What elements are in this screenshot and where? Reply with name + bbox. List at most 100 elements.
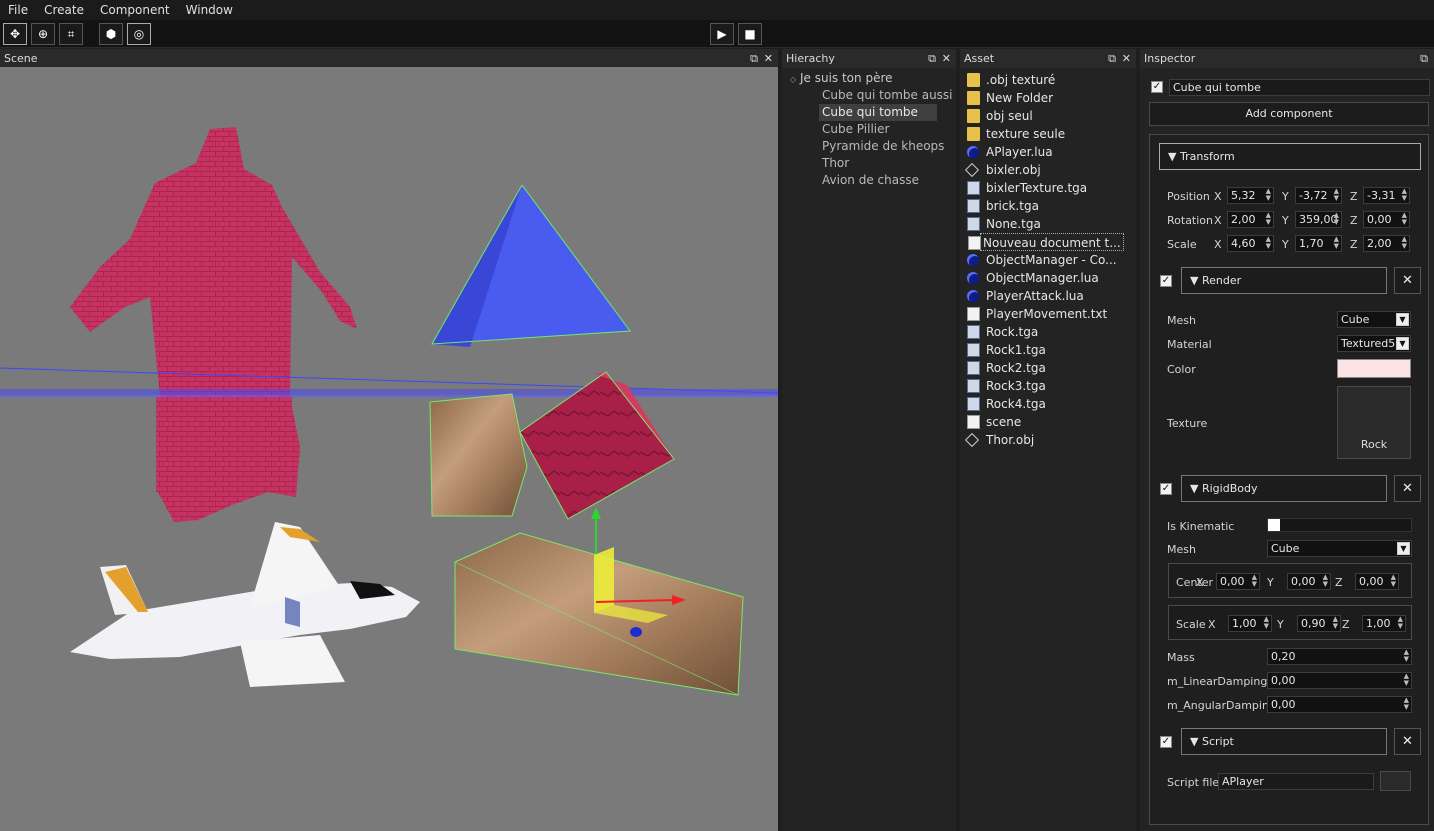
kinematic-checkbox[interactable]	[1268, 519, 1280, 531]
remove-render-button[interactable]: ✕	[1394, 267, 1421, 294]
rb-mesh-select[interactable]: Cube ▼	[1267, 540, 1412, 557]
script-enabled-checkbox[interactable]: ✓	[1160, 736, 1172, 748]
rigidbody-enabled-checkbox[interactable]: ✓	[1160, 483, 1172, 495]
chevron-down-icon: ▼	[1397, 542, 1410, 555]
script-browse-button[interactable]	[1380, 771, 1411, 791]
rotate-tool-button[interactable]: ⊕	[31, 23, 55, 45]
hierarchy-item[interactable]: Thor	[822, 155, 849, 172]
asset-item[interactable]: Rock1.tga	[967, 341, 1046, 359]
position-y-field[interactable]: -3,72 ▲ ▼	[1295, 187, 1342, 204]
hierarchy-item[interactable]: Pyramide de kheops	[822, 138, 944, 155]
hierarchy-item-selected[interactable]: Cube qui tombe	[819, 104, 937, 121]
scale-x-field[interactable]: 4,60 ▲ ▼	[1227, 235, 1274, 252]
rb-center-y-field[interactable]: 0,00 ▲ ▼	[1287, 573, 1331, 590]
folder-icon	[967, 73, 980, 87]
float-icon[interactable]: ⧉	[928, 49, 936, 68]
scale-label: Scale	[1167, 238, 1197, 251]
angular-damping-field[interactable]: 0,00 ▲ ▼	[1267, 696, 1412, 713]
asset-item[interactable]: Rock3.tga	[967, 377, 1046, 395]
asset-item[interactable]: bixler.obj	[964, 161, 1041, 179]
rotation-y-field[interactable]: 359,00 ▲ ▼	[1295, 211, 1342, 228]
position-z-field[interactable]: -3,31 ▲ ▼	[1363, 187, 1410, 204]
render-enabled-checkbox[interactable]: ✓	[1160, 275, 1172, 287]
linear-damping-field[interactable]: 0,00 ▲ ▼	[1267, 672, 1412, 689]
float-icon[interactable]: ⧉	[1420, 49, 1428, 68]
thor-model	[70, 127, 357, 522]
color-swatch[interactable]	[1337, 359, 1411, 378]
render-header[interactable]: ▼ Render	[1181, 267, 1387, 294]
asset-item[interactable]: PlayerMovement.txt	[967, 305, 1108, 323]
asset-item[interactable]: None.tga	[967, 215, 1041, 233]
rb-scale-y-field[interactable]: 0,90 ▲ ▼	[1297, 615, 1341, 632]
script-file-field[interactable]: APlayer	[1218, 773, 1374, 790]
play-button[interactable]: ▶	[710, 23, 734, 45]
rb-center-x-field[interactable]: 0,00 ▲ ▼	[1216, 573, 1260, 590]
hierarchy-panel-header: Hierachy ⧉ ✕	[782, 49, 956, 68]
asset-item[interactable]: ObjectManager - Co...	[967, 251, 1117, 269]
object-active-checkbox[interactable]: ✓	[1151, 81, 1163, 93]
image-icon	[967, 325, 980, 339]
asset-item-label: Rock1.tga	[986, 343, 1046, 357]
add-component-button[interactable]: Add component	[1149, 102, 1429, 126]
asset-item[interactable]: ObjectManager.lua	[967, 269, 1099, 287]
mass-field[interactable]: 0,20 ▲ ▼	[1267, 648, 1412, 665]
asset-item[interactable]: New Folder	[967, 89, 1053, 107]
asset-item-label: Rock.tga	[986, 325, 1039, 339]
menu-component[interactable]: Component	[92, 3, 178, 17]
asset-item[interactable]: Thor.obj	[964, 431, 1034, 449]
float-icon[interactable]: ⧉	[750, 49, 758, 68]
stop-button[interactable]: ■	[738, 23, 762, 45]
stepper-icon: ▲ ▼	[1251, 573, 1257, 588]
hierarchy-panel: ◇ Je suis ton père Cube qui tombe aussi …	[782, 68, 956, 831]
menu-create[interactable]: Create	[36, 3, 92, 17]
scale-z-field[interactable]: 2,00 ▲ ▼	[1363, 235, 1410, 252]
asset-item[interactable]: PlayerAttack.lua	[967, 287, 1084, 305]
asset-item-label: PlayerMovement.txt	[986, 307, 1108, 321]
hierarchy-root[interactable]: ◇ Je suis ton père	[790, 70, 893, 87]
position-x-field[interactable]: 5,32 ▲ ▼	[1227, 187, 1274, 204]
asset-item[interactable]: Rock2.tga	[967, 359, 1046, 377]
asset-item[interactable]: Rock4.tga	[967, 395, 1046, 413]
rb-scale-x-field[interactable]: 1,00 ▲ ▼	[1228, 615, 1272, 632]
rb-center-z-field[interactable]: 0,00 ▲ ▼	[1355, 573, 1399, 590]
move-tool-button[interactable]: ✥	[3, 23, 27, 45]
axis-label-z: Z	[1335, 576, 1343, 589]
rb-scale-z-field[interactable]: 1,00 ▲ ▼	[1362, 615, 1406, 632]
play-icon: ▶	[717, 27, 727, 41]
asset-item[interactable]: scene	[967, 413, 1021, 431]
close-icon[interactable]: ✕	[942, 49, 951, 68]
asset-item[interactable]: Nouveau document t...	[968, 233, 1124, 251]
remove-script-button[interactable]: ✕	[1394, 728, 1421, 755]
toolbar: ✥ ⊕ ⌗ ⬢ ◎ ▶ ■	[0, 20, 1434, 48]
rotation-z-field[interactable]: 0,00 ▲ ▼	[1363, 211, 1410, 228]
material-select[interactable]: Textured5 ▼	[1337, 335, 1411, 352]
scale-y-field[interactable]: 1,70 ▲ ▼	[1295, 235, 1342, 252]
close-icon[interactable]: ✕	[1122, 49, 1131, 68]
float-icon[interactable]: ⧉	[1108, 49, 1116, 68]
hierarchy-item[interactable]: Cube Pillier	[822, 121, 889, 138]
script-header[interactable]: ▼ Script	[1181, 728, 1387, 755]
menu-window[interactable]: Window	[178, 3, 241, 17]
hierarchy-item[interactable]: Cube qui tombe aussi	[822, 87, 953, 104]
scene-viewport[interactable]	[0, 67, 778, 831]
close-icon[interactable]: ✕	[764, 49, 773, 68]
world-space-button[interactable]: ◎	[127, 23, 151, 45]
asset-item[interactable]: brick.tga	[967, 197, 1039, 215]
asset-item[interactable]: texture seule	[967, 125, 1065, 143]
texture-slot[interactable]: Rock	[1337, 386, 1411, 459]
asset-item[interactable]: obj seul	[967, 107, 1033, 125]
render-mesh-select[interactable]: Cube ▼	[1337, 311, 1411, 328]
hierarchy-item[interactable]: Avion de chasse	[822, 172, 919, 189]
menu-file[interactable]: File	[0, 3, 36, 17]
scale-tool-button[interactable]: ⌗	[59, 23, 83, 45]
object-name-field[interactable]: Cube qui tombe	[1169, 79, 1430, 96]
asset-item[interactable]: APlayer.lua	[967, 143, 1053, 161]
transform-header[interactable]: ▼ Transform	[1159, 143, 1421, 170]
remove-rigidbody-button[interactable]: ✕	[1394, 475, 1421, 502]
asset-item[interactable]: Rock.tga	[967, 323, 1039, 341]
asset-item[interactable]: bixlerTexture.tga	[967, 179, 1087, 197]
rotation-x-field[interactable]: 2,00 ▲ ▼	[1227, 211, 1274, 228]
local-space-button[interactable]: ⬢	[99, 23, 123, 45]
asset-item[interactable]: .obj texturé	[967, 71, 1055, 89]
rigidbody-header[interactable]: ▼ RigidBody	[1181, 475, 1387, 502]
